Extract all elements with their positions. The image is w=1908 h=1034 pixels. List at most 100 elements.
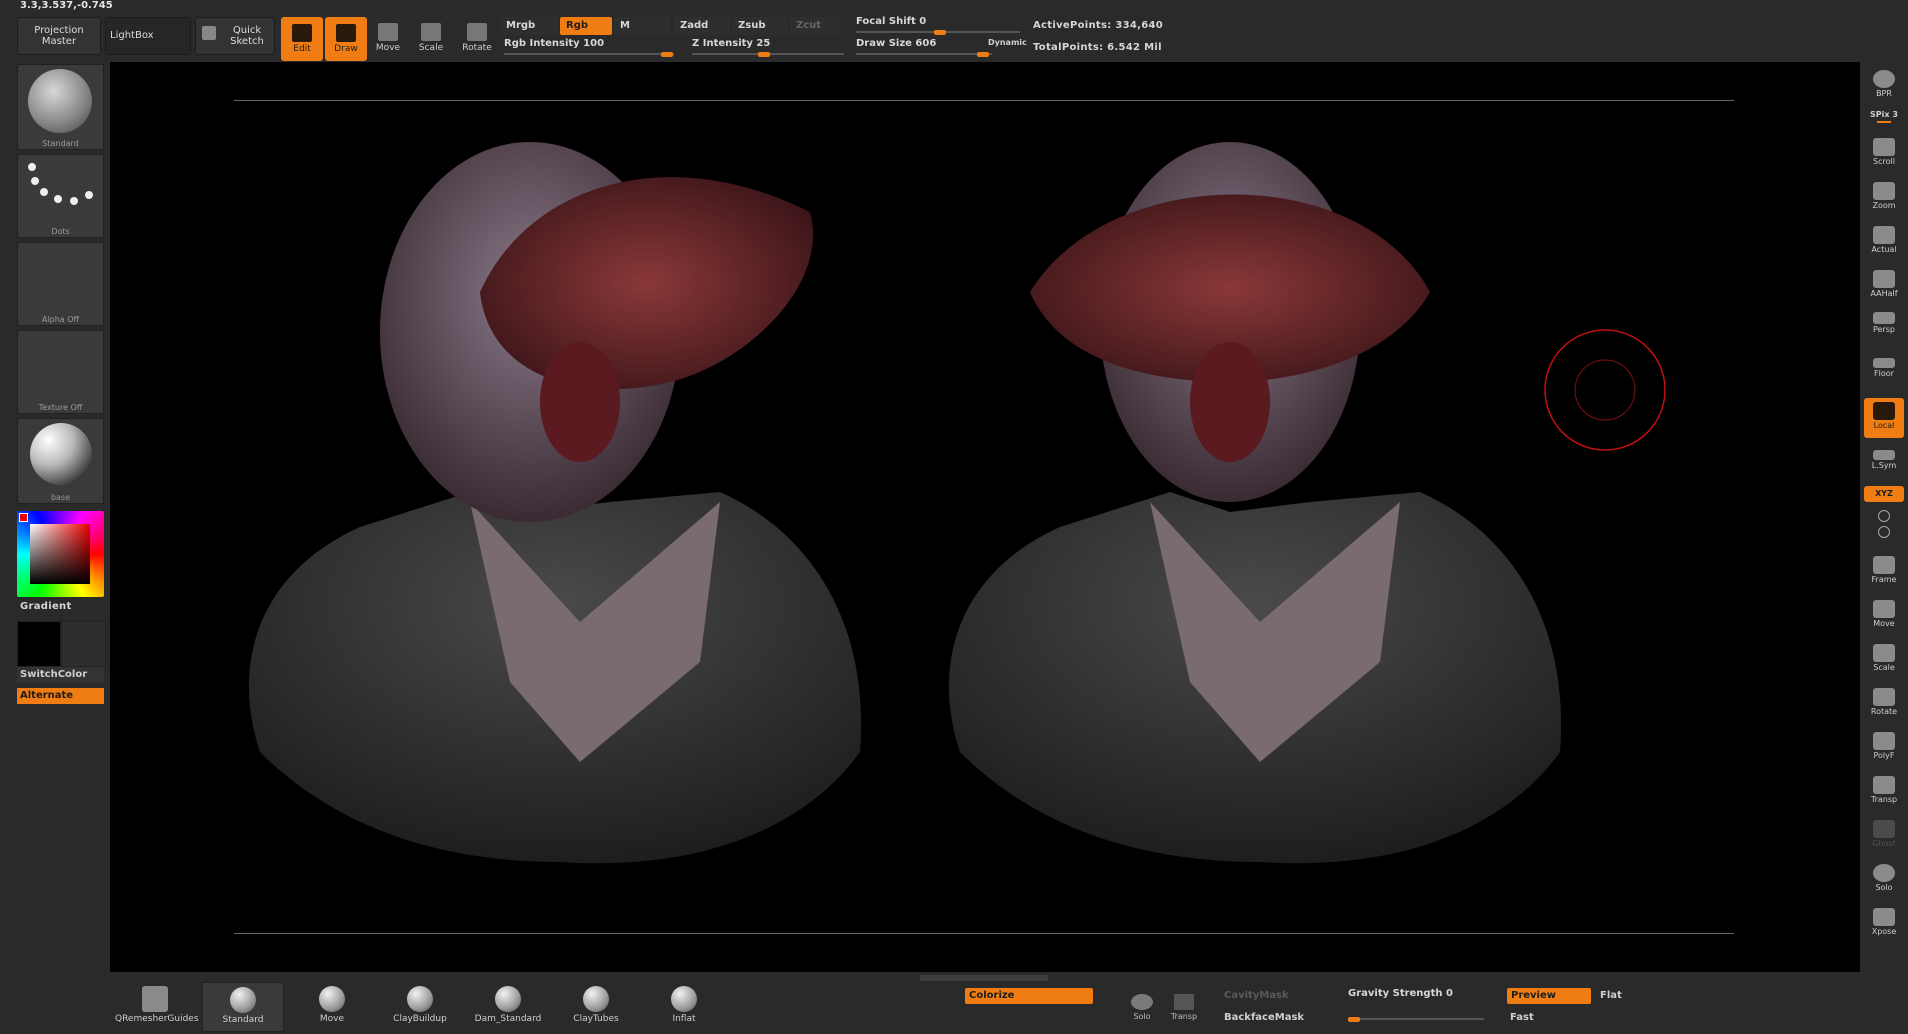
scale-view-button[interactable]: Scale	[1864, 640, 1904, 680]
bottom-shelf-handle[interactable]	[920, 975, 1048, 981]
draw-size-slider[interactable]: Draw Size 606	[856, 38, 992, 57]
local-button[interactable]: Local	[1864, 398, 1904, 438]
brush-cursor-icon	[1544, 329, 1666, 451]
z-intensity-slider[interactable]: Z Intensity 25	[692, 38, 844, 57]
brush-move[interactable]: Move	[292, 982, 372, 1030]
focal-shift-slider[interactable]: Focal Shift 0	[856, 16, 1020, 35]
mrgb-toggle[interactable]: Mrgb	[500, 17, 558, 35]
projection-master-button[interactable]: Projection Master	[17, 17, 101, 55]
zadd-toggle[interactable]: Zadd	[674, 17, 730, 35]
zoom-button[interactable]: Zoom	[1864, 178, 1904, 218]
scale-button[interactable]: Scale	[410, 17, 452, 61]
brush-claybuildup[interactable]: ClayBuildup	[380, 982, 460, 1030]
colorize-button[interactable]: Colorize	[965, 988, 1093, 1004]
right-bust	[948, 142, 1562, 864]
scroll-button[interactable]: Scroll	[1864, 134, 1904, 174]
gravity-strength-slider[interactable]: Gravity Strength 0	[1348, 988, 1484, 1022]
alternate-button[interactable]: Alternate	[17, 688, 104, 704]
solo-icon	[1131, 994, 1153, 1010]
polyf-button[interactable]: PolyF	[1864, 728, 1904, 768]
lsym-button[interactable]: L.Sym	[1864, 446, 1904, 486]
brush-qremesherguides[interactable]: QRemesherGuides	[115, 982, 199, 1030]
flat-toggle[interactable]: Flat	[1600, 990, 1622, 1001]
ghost-button[interactable]: Ghost	[1864, 816, 1904, 856]
move-view-button[interactable]: Move	[1864, 596, 1904, 636]
rotate-view-button[interactable]: Rotate	[1864, 684, 1904, 724]
brush-selector[interactable]: Standard	[17, 64, 104, 150]
switch-color-button[interactable]: SwitchColor	[17, 667, 104, 683]
bpr-button[interactable]: BPR	[1864, 66, 1904, 106]
move-button[interactable]: Move	[367, 17, 409, 61]
total-points: TotalPoints: 6.542 Mil	[1033, 42, 1162, 53]
dam-standard-icon	[495, 986, 521, 1012]
brush-inflat[interactable]: Inflat	[644, 982, 724, 1030]
zoom-icon	[1873, 182, 1895, 200]
rotate-y-icon	[1878, 510, 1890, 522]
ghost-icon	[1873, 820, 1895, 838]
floor-icon	[1873, 358, 1895, 368]
transp-button[interactable]: Transp	[1864, 772, 1904, 812]
rgb-intensity-slider[interactable]: Rgb Intensity 100	[504, 38, 674, 57]
edit-button[interactable]: Edit	[281, 17, 323, 61]
actual-icon	[1873, 226, 1895, 244]
color-square[interactable]	[30, 524, 90, 584]
lightbox-button[interactable]: LightBox	[105, 17, 191, 55]
aahalf-icon	[1873, 270, 1895, 288]
fast-toggle[interactable]: Fast	[1510, 1012, 1534, 1023]
rotate-button[interactable]: Rotate	[456, 17, 498, 61]
xpose-button[interactable]: Xpose	[1864, 904, 1904, 944]
brush-claytubes[interactable]: ClayTubes	[556, 982, 636, 1030]
xyz-button[interactable]: XYZ	[1864, 486, 1904, 502]
viewport-canvas[interactable]	[110, 62, 1860, 972]
claytubes-icon	[583, 986, 609, 1012]
lsym-icon	[1873, 450, 1895, 460]
dynamic-toggle[interactable]: Dynamic	[988, 38, 1027, 47]
standard-brush-icon	[28, 69, 92, 133]
brush-standard[interactable]: Standard	[202, 982, 284, 1032]
actual-button[interactable]: Actual	[1864, 222, 1904, 262]
solo-icon	[1873, 864, 1895, 882]
draw-button[interactable]: Draw	[325, 17, 367, 61]
texture-selector[interactable]: Texture Off	[17, 330, 104, 414]
gradient-label[interactable]: Gradient	[20, 601, 72, 612]
backface-mask-toggle[interactable]: BackfaceMask	[1224, 1012, 1304, 1023]
edit-icon	[292, 24, 312, 42]
cavity-mask-toggle[interactable]: CavityMask	[1224, 990, 1289, 1001]
frame-icon	[1873, 556, 1895, 574]
projection-master-label-2: Master	[41, 36, 77, 47]
color-picker[interactable]	[17, 511, 104, 597]
zsub-toggle[interactable]: Zsub	[732, 17, 788, 35]
transp-bottom-button[interactable]: Transp	[1166, 986, 1202, 1026]
quick-sketch-button[interactable]: Quick Sketch	[195, 17, 275, 55]
stroke-selector[interactable]: Dots	[17, 154, 104, 238]
floor-button[interactable]: Floor	[1864, 354, 1904, 394]
scale-icon	[1873, 644, 1895, 662]
material-selector[interactable]: base	[17, 418, 104, 504]
dots-stroke-icon	[28, 163, 93, 205]
spix-slider[interactable]: SPix 3	[1864, 108, 1904, 128]
frame-button[interactable]: Frame	[1864, 552, 1904, 592]
zcut-toggle[interactable]: Zcut	[790, 17, 840, 35]
solo-bottom-button[interactable]: Solo	[1124, 986, 1160, 1026]
rgb-toggle[interactable]: Rgb	[560, 17, 612, 35]
aahalf-button[interactable]: AAHalf	[1864, 266, 1904, 306]
material-sphere-icon	[30, 423, 92, 485]
draw-icon	[336, 24, 356, 42]
brush-dam-standard[interactable]: Dam_Standard	[468, 982, 548, 1030]
color-cursor-icon	[19, 513, 28, 522]
xpose-icon	[1873, 908, 1895, 926]
qremesher-icon	[142, 986, 168, 1012]
secondary-color-swatch[interactable]	[61, 621, 106, 667]
local-icon	[1873, 402, 1895, 420]
preview-button[interactable]: Preview	[1507, 988, 1591, 1004]
solo-button[interactable]: Solo	[1864, 860, 1904, 900]
move-brush-icon	[319, 986, 345, 1012]
rotate-icon	[1873, 688, 1895, 706]
m-toggle[interactable]: M	[614, 17, 670, 35]
alpha-selector[interactable]: Alpha Off	[17, 242, 104, 326]
rotation-axis-buttons[interactable]	[1864, 508, 1904, 540]
transp-icon	[1873, 776, 1895, 794]
persp-button[interactable]: Persp	[1864, 308, 1904, 348]
main-color-swatch[interactable]	[17, 621, 61, 667]
rotate-z-icon	[1878, 526, 1890, 538]
